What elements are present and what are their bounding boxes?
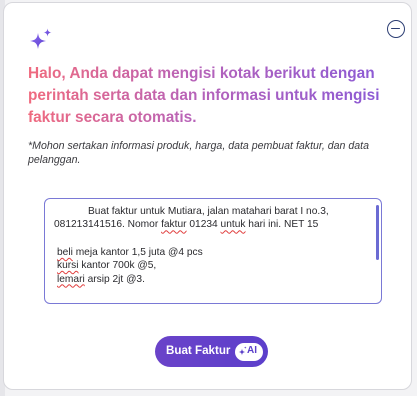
prompt-textarea[interactable]: Buat faktur untuk Mutiara, jalan matahar… bbox=[44, 198, 382, 304]
ai-badge-label: AI bbox=[247, 345, 257, 356]
prompt-line2-phone: 081213141516. bbox=[54, 219, 125, 231]
dialog-note: *Mohon sertakan informasi produk, harga,… bbox=[28, 140, 369, 166]
prompt-item3-rest: arsip 2jt @3. bbox=[84, 273, 145, 285]
prompt-line2-word: faktur bbox=[161, 219, 187, 231]
prompt-line1-name: Mutiara bbox=[167, 206, 202, 217]
prompt-line1-part1: Buat faktur untuk bbox=[88, 206, 168, 217]
prompt-line2-part2: 01234 bbox=[186, 219, 221, 231]
prompt-item3-word: lemari bbox=[57, 273, 85, 285]
minus-circle-icon[interactable] bbox=[387, 20, 405, 38]
prompt-line2-word2: untuk bbox=[220, 219, 246, 231]
prompt-item1-rest: meja kantor 1,5 juta @4 pcs bbox=[72, 246, 203, 258]
prompt-line2-part1: Nomor bbox=[124, 219, 162, 231]
prompt-item1-word: beli bbox=[57, 246, 73, 258]
generate-invoice-button[interactable]: Buat Faktur AI bbox=[155, 336, 268, 367]
sparkle-icon bbox=[30, 28, 52, 49]
textarea-scrollbar[interactable] bbox=[376, 201, 380, 301]
ai-invoice-dialog: Halo, Anda dapat mengisi kotak berikut d… bbox=[3, 2, 412, 390]
generate-invoice-label: Buat Faktur bbox=[166, 344, 231, 357]
ai-sparkle-icon bbox=[238, 345, 247, 355]
ai-badge: AI bbox=[235, 342, 263, 361]
prompt-item2-word: kursi bbox=[57, 260, 79, 272]
prompt-text: Buat faktur untuk Mutiara, jalan matahar… bbox=[54, 205, 370, 286]
prompt-item2-rest: kantor 700k @5, bbox=[78, 260, 157, 272]
prompt-line2-part3: hari ini. NET 15 bbox=[245, 219, 319, 231]
prompt-line1-part2: , jalan matahari barat I no.3, bbox=[201, 206, 329, 217]
dialog-heading: Halo, Anda dapat mengisi kotak berikut d… bbox=[28, 63, 388, 129]
textarea-scrollbar-thumb[interactable] bbox=[376, 205, 379, 260]
